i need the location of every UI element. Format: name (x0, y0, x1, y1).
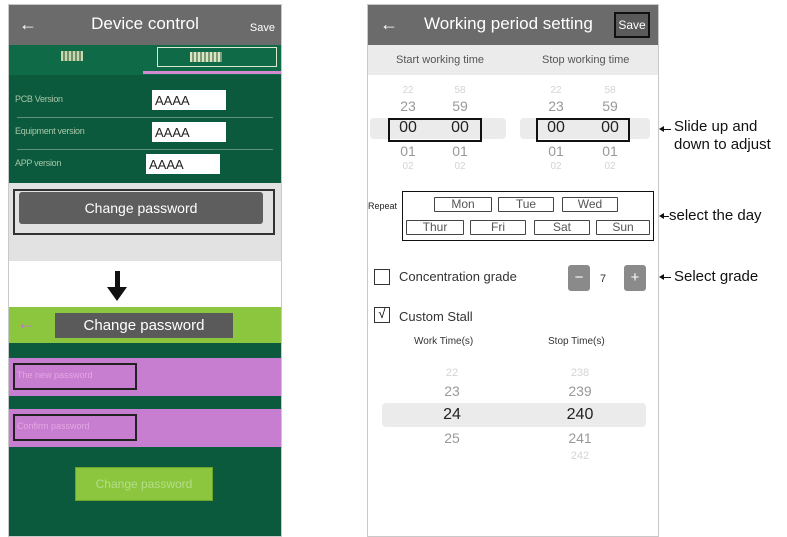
slide-annotation-line2: down to adjust (674, 136, 771, 153)
device-control-title: Device control (91, 14, 199, 33)
pink-divider (143, 71, 281, 74)
start-hour-item[interactable]: 01 (388, 143, 428, 159)
stop-hour-item[interactable]: 02 (536, 161, 576, 172)
time-column-headers: Start working time Stop working time (368, 45, 658, 75)
start-minute-item[interactable]: 59 (440, 98, 480, 114)
stop-minute-item[interactable]: 02 (590, 161, 630, 172)
repeat-label: Repeat (368, 201, 398, 211)
day-sat-button[interactable]: Sat (534, 220, 590, 235)
stop-minute-item[interactable]: 58 (590, 85, 630, 96)
stop-time-item[interactable]: 241 (550, 430, 610, 446)
start-minute-selected[interactable]: 00 (440, 119, 480, 137)
concentration-grade-checkbox[interactable] (374, 269, 390, 285)
start-hour-item[interactable]: 02 (388, 161, 428, 172)
equipment-version-value: AAAA (152, 122, 226, 142)
grade-value: 7 (600, 273, 607, 285)
work-time-item[interactable]: 25 (422, 430, 482, 446)
stop-time-item[interactable]: 239 (550, 383, 610, 399)
work-time-selected[interactable]: 24 (422, 406, 482, 424)
stop-hour-item[interactable]: 01 (536, 143, 576, 159)
select-grade-annotation: Select grade (674, 268, 759, 285)
grade-plus-button[interactable]: + (624, 265, 646, 291)
stop-hour-item[interactable]: 23 (536, 98, 576, 114)
device-control-screen: ← Device control Save PCB Version AAAA E… (8, 4, 282, 537)
annotation-line (664, 129, 671, 130)
day-tue-button[interactable]: Tue (498, 197, 554, 212)
working-period-screen: ← Working period setting Save Start work… (367, 4, 659, 537)
device-control-header: ← Device control Save (9, 5, 281, 45)
stop-working-time-label: Stop working time (542, 54, 630, 66)
stop-minute-selected[interactable]: 00 (590, 119, 630, 137)
work-time-label: Work Time(s) (414, 336, 474, 347)
confirm-password-placeholder: Confirm password (17, 421, 90, 431)
work-time-item[interactable]: 23 (422, 383, 482, 399)
day-thur-button[interactable]: Thur (406, 220, 464, 235)
start-hour-item[interactable]: 23 (388, 98, 428, 114)
start-minute-item[interactable]: 02 (440, 161, 480, 172)
change-password-form: The new password Confirm password Change… (9, 343, 281, 536)
slide-annotation-line1: Slide up and (674, 118, 758, 135)
pcb-version-row: PCB Version AAAA (9, 87, 281, 115)
save-button[interactable]: Save (250, 22, 275, 34)
row-divider (17, 149, 273, 150)
working-period-header: ← Working period setting Save (368, 5, 658, 45)
stop-time-selected[interactable]: 240 (550, 406, 610, 424)
pcb-version-value: AAAA (152, 90, 226, 110)
custom-stall-checkbox[interactable]: √ (374, 307, 390, 323)
version-panel: PCB Version AAAA Equipment version AAAA … (9, 45, 281, 183)
row-divider (17, 117, 273, 118)
equipment-version-label: Equipment version (15, 126, 85, 136)
stop-time-item[interactable]: 238 (550, 367, 610, 379)
submit-change-password-button[interactable]: Change password (75, 467, 213, 501)
day-wed-button[interactable]: Wed (562, 197, 618, 212)
start-working-time-label: Start working time (396, 54, 485, 66)
stop-time-label: Stop Time(s) (548, 336, 605, 347)
start-hour-selected[interactable]: 00 (388, 119, 428, 137)
grade-minus-button[interactable]: − (568, 265, 590, 291)
garbled-field (157, 47, 277, 67)
day-sun-button[interactable]: Sun (596, 220, 650, 235)
change-password-area: Change password (9, 183, 281, 261)
start-minute-item[interactable]: 58 (440, 85, 480, 96)
pcb-version-label: PCB Version (15, 94, 63, 104)
back-arrow-icon[interactable]: ← (380, 14, 398, 35)
back-arrow-icon[interactable]: ← (17, 313, 35, 334)
stop-hour-selected[interactable]: 00 (536, 119, 576, 137)
concentration-grade-label: Concentration grade (399, 269, 517, 284)
annotation-line (664, 277, 671, 278)
work-time-item[interactable]: 22 (422, 367, 482, 379)
garbled-text-left (61, 51, 83, 61)
stop-minute-item[interactable]: 01 (590, 143, 630, 159)
stop-time-item[interactable]: 242 (550, 450, 610, 462)
app-version-label: APP version (15, 158, 62, 168)
working-period-title: Working period setting (424, 14, 593, 33)
day-fri-button[interactable]: Fri (470, 220, 526, 235)
custom-stall-label: Custom Stall (399, 309, 473, 324)
equipment-version-row: Equipment version AAAA (9, 119, 281, 147)
new-password-placeholder: The new password (17, 370, 93, 380)
start-hour-item[interactable]: 22 (388, 85, 428, 96)
garbled-strip (9, 45, 281, 75)
save-button[interactable]: Save (614, 12, 650, 38)
start-minute-item[interactable]: 01 (440, 143, 480, 159)
stop-minute-item[interactable]: 59 (590, 98, 630, 114)
app-version-row: APP version AAAA (9, 151, 281, 179)
new-password-field[interactable]: The new password (9, 358, 281, 396)
change-password-button[interactable]: Change password (19, 192, 263, 224)
transition-area (9, 261, 281, 307)
change-password-title: Change password (55, 313, 233, 338)
confirm-password-field[interactable]: Confirm password (9, 409, 281, 447)
select-day-annotation: select the day (669, 207, 762, 224)
app-version-value: AAAA (146, 154, 220, 174)
day-mon-button[interactable]: Mon (434, 197, 492, 212)
change-password-header: ← Change password (9, 307, 281, 343)
stop-hour-item[interactable]: 22 (536, 85, 576, 96)
down-arrow-head-icon (107, 287, 127, 301)
